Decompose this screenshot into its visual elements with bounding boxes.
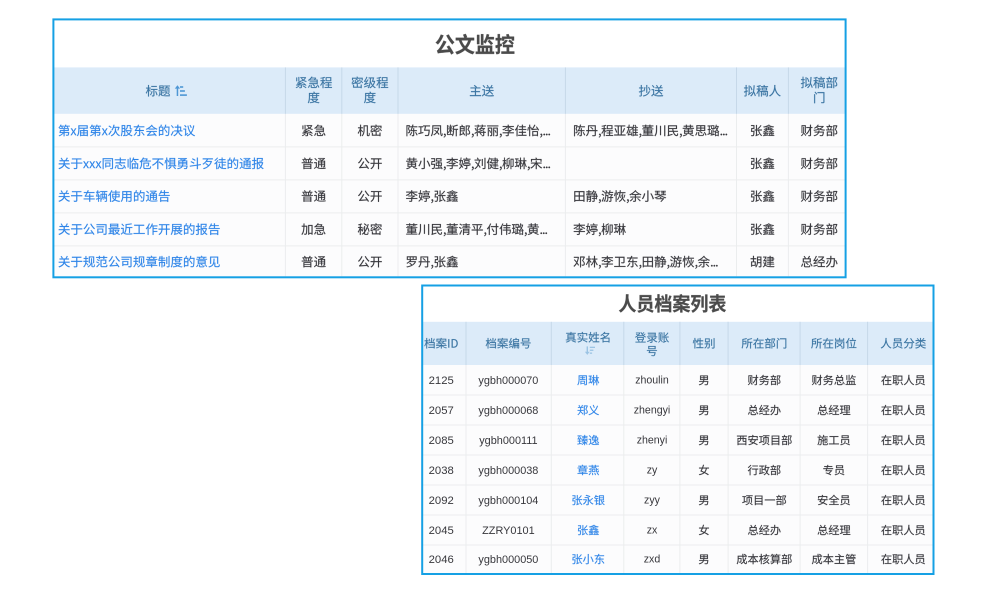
svg-text:ygbh000070: ygbh000070 [478,375,538,387]
svg-text:zy: zy [647,465,658,477]
svg-text:2057: 2057 [429,405,454,417]
svg-text:ygbh000111: ygbh000111 [479,435,537,447]
svg-text:zhenyi: zhenyi [637,435,668,447]
svg-text:ygbh000104: ygbh000104 [478,495,538,507]
svg-text:2045: 2045 [429,525,454,537]
svg-text:ygbh000050: ygbh000050 [478,554,538,566]
svg-text:zyy: zyy [644,495,661,507]
svg-text:ZZRY0101: ZZRY0101 [482,525,534,537]
svg-text:zhengyi: zhengyi [634,405,671,417]
svg-text:ygbh000038: ygbh000038 [478,465,538,477]
svg-text:zxd: zxd [644,554,661,566]
svg-text:zx: zx [647,525,658,537]
svg-text:zhoulin: zhoulin [635,375,669,387]
svg-text:2092: 2092 [429,495,454,507]
svg-text:2046: 2046 [429,554,454,566]
svg-text:2038: 2038 [429,465,454,477]
svg-text:2085: 2085 [429,435,454,447]
svg-text:ygbh000068: ygbh000068 [478,405,538,417]
svg-text:2125: 2125 [429,375,454,387]
